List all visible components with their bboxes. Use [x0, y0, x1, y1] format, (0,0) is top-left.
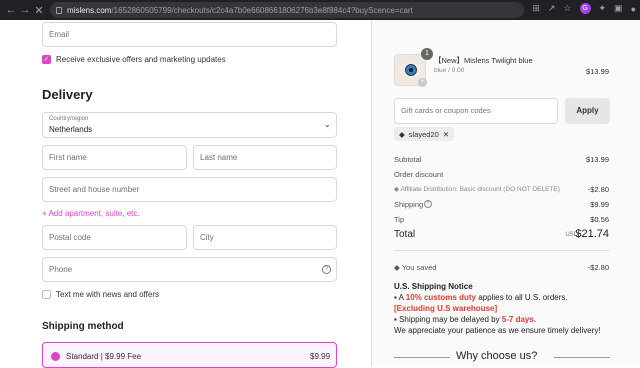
news-label: Text me with news and offers [56, 290, 160, 299]
city-field[interactable]: City [193, 225, 337, 250]
product-name: 【New】Mislens Twilight blue [434, 56, 533, 65]
shipping-method-title: Shipping method [42, 321, 124, 332]
address-field[interactable]: Street and house number [42, 177, 337, 202]
address-bar[interactable]: mislens.com/1652860505799/checkouts/c2c4… [50, 2, 524, 18]
tip-value: $0.56 [590, 215, 609, 224]
coupon-placeholder: Gift cards or coupon codes [401, 106, 491, 115]
chevron-down-icon: ⌄ [324, 120, 331, 129]
affiliate-value: -$2.80 [587, 185, 609, 194]
country-value: Netherlands [49, 125, 93, 134]
total-label: Total [394, 229, 416, 240]
url-host: mislens.com [67, 5, 112, 15]
summary-divider [394, 250, 610, 251]
radio-selected-icon[interactable] [51, 352, 60, 361]
stop-icon[interactable]: ✕ [32, 4, 46, 17]
notice-title: U.S. Shipping Notice [394, 282, 473, 291]
city-placeholder: City [200, 233, 214, 242]
saved-row: ◆ You saved [394, 263, 436, 272]
tag-saved-icon: ◆ [394, 263, 402, 272]
tip-label: Tip [394, 215, 405, 224]
tag-icon: ◆ [399, 129, 405, 139]
add-apartment-link[interactable]: + Add apartment, suite, etc. [42, 209, 140, 218]
shipping-option-price: $9.99 [310, 352, 331, 361]
url-path: /1652860505799/checkouts/c2c4a7b0e660866… [111, 5, 413, 15]
country-label: Country/region [49, 116, 89, 122]
phone-field[interactable]: Phone [42, 257, 337, 282]
order-summary: 1 + 【New】Mislens Twilight blue blue / 0.… [371, 20, 640, 366]
discount-code: slayed20 [408, 129, 439, 139]
info-icon[interactable]: ? [424, 200, 432, 208]
browser-actions: ⊞ ↗ ☆ G ✦ ▣ ● [532, 3, 636, 14]
last-name-field[interactable]: Last name [193, 145, 337, 170]
notice-line1-red: 10% customs duty [405, 293, 476, 302]
notice-line1-pre: A [398, 293, 406, 302]
product-variant: blue / 0.00 [434, 67, 465, 74]
subtotal-value: $13.99 [586, 155, 609, 164]
subtotal-label: Subtotal [394, 155, 422, 164]
affiliate-discount-row: ◆ Affiliate Distribution: Basic discount… [394, 185, 560, 193]
last-name-placeholder: Last name [200, 153, 238, 162]
notice-line1-post: applies to all U.S. orders. [476, 293, 568, 302]
shipping-label: Shipping [394, 200, 424, 209]
news-checkbox[interactable] [42, 290, 51, 299]
notice-line-3: ▪ Shipping may be delayed by 5-7 days. [394, 315, 536, 324]
why-divider-left [394, 357, 450, 358]
back-icon[interactable]: ← [4, 4, 18, 16]
why-divider-right [554, 357, 610, 358]
help-icon[interactable]: ? [322, 265, 331, 274]
share-icon[interactable]: ↗ [548, 3, 556, 14]
remove-code-icon[interactable]: ✕ [443, 130, 449, 139]
notice-line-2: [Excluding U.S warehouse] [394, 304, 498, 313]
apply-button[interactable]: Apply [565, 98, 610, 124]
side-panel-icon[interactable]: ▣ [614, 3, 623, 14]
postal-code-field[interactable]: Postal code [42, 225, 187, 250]
forward-icon[interactable]: → [18, 4, 32, 16]
notice-line-4: We appreciate your patience as we ensure… [394, 326, 601, 335]
coupon-input[interactable]: Gift cards or coupon codes [394, 98, 558, 124]
notice-line3-pre: Shipping may be delayed by [399, 315, 502, 324]
first-name-field[interactable]: First name [42, 145, 187, 170]
first-name-placeholder: First name [49, 153, 87, 162]
delivery-title: Delivery [42, 87, 93, 102]
saved-label: You saved [401, 263, 437, 272]
bookmark-star-icon[interactable]: ☆ [563, 3, 571, 14]
offers-label: Receive exclusive offers and marketing u… [56, 55, 226, 64]
gift-icon[interactable]: + [418, 78, 427, 87]
profile-icon[interactable]: ● [631, 4, 636, 14]
quantity-badge: 1 [421, 48, 433, 60]
address-placeholder: Street and house number [49, 185, 140, 194]
affiliate-label: Affiliate Distribution: Basic discount (… [400, 186, 560, 193]
product-price: $13.99 [586, 67, 609, 76]
shipping-value: $9.99 [590, 200, 609, 209]
extensions-puzzle-icon[interactable]: ✦ [599, 3, 607, 14]
translate-icon[interactable]: ⊞ [532, 3, 540, 14]
offers-checkbox[interactable]: ✓ [42, 55, 51, 64]
order-discount-label: Order discount [394, 170, 444, 179]
shipping-option-label: Standard | $9.99 Fee [66, 352, 142, 361]
checkout-form: Email ✓ Receive exclusive offers and mar… [0, 20, 371, 368]
why-choose-title: Why choose us? [456, 350, 538, 362]
phone-placeholder: Phone [49, 265, 73, 274]
discount-tag: ◆ slayed20 ✕ [394, 127, 455, 141]
lock-icon [56, 6, 62, 14]
saved-value: -$2.80 [587, 263, 609, 272]
postal-placeholder: Postal code [49, 233, 91, 242]
total-value: $21.74 [575, 228, 609, 240]
notice-line-1: ▪ A 10% customs duty applies to all U.S.… [394, 293, 568, 302]
notice-line3-red: 5-7 days. [501, 315, 537, 324]
extension-avatar-icon[interactable]: G [579, 3, 591, 14]
email-placeholder: Email [49, 30, 70, 39]
email-field[interactable]: Email [42, 22, 337, 47]
